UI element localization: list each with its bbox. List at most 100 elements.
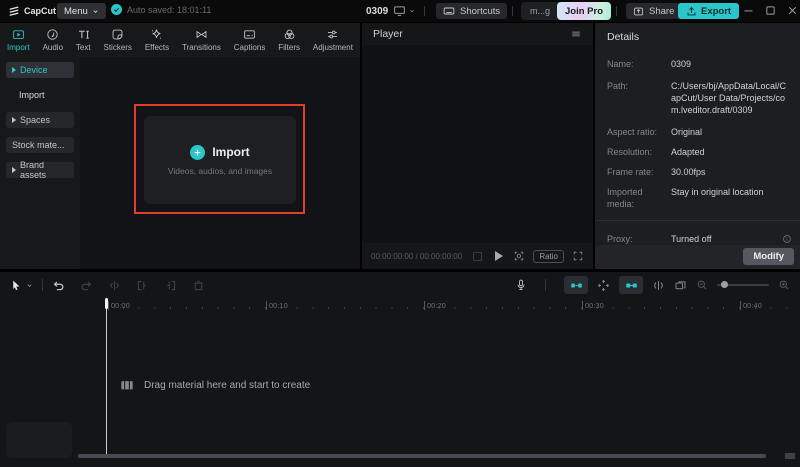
- player-controls: 00:00:00:00 / 00:00:00:00 Ratio: [362, 243, 593, 269]
- account-area[interactable]: m...g Join Pro: [521, 2, 611, 20]
- player-title: Player: [373, 28, 403, 40]
- tab-adjustment[interactable]: Adjustment: [313, 28, 353, 52]
- cursor-tool-icon[interactable]: [10, 279, 23, 292]
- detail-value: Stay in original location: [671, 186, 788, 210]
- tab-text[interactable]: Text: [76, 28, 91, 52]
- effects-tab-icon: [150, 28, 163, 41]
- cover-icon[interactable]: [674, 279, 687, 292]
- detail-label: Proxy:: [607, 233, 671, 245]
- modify-button[interactable]: Modify: [743, 248, 794, 265]
- timeline: 00:00 00:10 00:20 00:30 00:40 Drag mater…: [0, 272, 800, 467]
- playhead[interactable]: [106, 298, 107, 455]
- detail-row-proxy: Proxy: Turned off: [595, 233, 800, 245]
- expand-arrow-icon: [12, 167, 16, 173]
- detail-label: Path:: [607, 80, 671, 116]
- delete-left-icon[interactable]: [136, 279, 149, 292]
- capcut-window: CapCut Menu Auto saved: 18:01:11 0309 Sh…: [0, 0, 800, 467]
- detail-value: Original: [671, 126, 788, 138]
- media-tab-bar: Import Audio Text Stickers Effects Trans…: [0, 23, 360, 57]
- share-label: Share: [649, 6, 674, 17]
- empty-hint-text: Drag material here and start to create: [144, 380, 310, 391]
- text-tab-icon: [77, 28, 90, 41]
- player-right-controls: Ratio: [513, 250, 584, 263]
- details-panel: Details Name: 0309 Path: C:/Users/bj/App…: [595, 23, 800, 269]
- timeline-scrollbar[interactable]: [78, 454, 766, 458]
- sidebar-item-device[interactable]: Device: [6, 62, 74, 78]
- tab-audio[interactable]: Audio: [43, 28, 63, 52]
- sidebar-item-spaces[interactable]: Spaces: [6, 112, 74, 128]
- maximize-button[interactable]: [764, 4, 777, 17]
- split-icon[interactable]: [108, 279, 121, 292]
- player-viewport: [362, 45, 593, 243]
- join-pro-button[interactable]: Join Pro: [557, 2, 611, 20]
- resize-grip[interactable]: [785, 453, 795, 459]
- ruler-ticks: [107, 307, 788, 309]
- export-icon: [686, 6, 697, 17]
- display-mode-selector[interactable]: [393, 4, 415, 17]
- export-button[interactable]: Export: [678, 3, 739, 19]
- shortcuts-label: Shortcuts: [460, 6, 500, 17]
- autosave-check-icon: [111, 4, 122, 15]
- divider: [42, 279, 43, 291]
- auto-ripple-icon[interactable]: [597, 279, 610, 292]
- shortcuts-button[interactable]: Shortcuts: [436, 3, 507, 19]
- zoom-in-icon[interactable]: [778, 279, 790, 291]
- stop-icon[interactable]: [473, 252, 482, 261]
- project-title: 0309: [366, 6, 388, 17]
- sidebar-item-label: Device: [20, 65, 48, 75]
- detail-row-aspect-ratio: Aspect ratio: Original: [595, 126, 800, 138]
- detail-value: C:/Users/bj/AppData/Local/CapCut/User Da…: [671, 80, 788, 116]
- filters-tab-icon: [283, 28, 296, 41]
- player-menu-icon[interactable]: [570, 28, 582, 40]
- linked-preview-toggle[interactable]: [619, 276, 643, 294]
- sidebar-item-label: Spaces: [20, 115, 50, 125]
- share-button[interactable]: Share: [626, 3, 681, 19]
- link-icon: [625, 279, 638, 292]
- timeline-zoom-slider[interactable]: [717, 284, 769, 286]
- tab-label: Audio: [43, 43, 63, 52]
- info-icon[interactable]: [782, 234, 792, 244]
- tab-transitions[interactable]: Transitions: [182, 28, 221, 52]
- zoom-slider-handle[interactable]: [721, 281, 728, 288]
- split-cursor-icon[interactable]: [652, 279, 665, 292]
- sidebar-item-stock-materials[interactable]: Stock mate...: [6, 137, 74, 153]
- ruler-label: 00:20: [424, 301, 446, 310]
- tab-captions[interactable]: Captions: [234, 28, 266, 52]
- divider: [545, 279, 546, 291]
- fit-to-screen-icon[interactable]: [513, 250, 525, 262]
- import-subtitle: Videos, audios, and images: [168, 166, 272, 176]
- menu-button[interactable]: Menu: [57, 3, 106, 19]
- media-sidebar: Device Import Spaces Stock mate... Brand…: [0, 57, 80, 269]
- import-title: Import: [212, 145, 249, 159]
- microphone-icon[interactable]: [515, 279, 527, 291]
- tab-effects[interactable]: Effects: [145, 28, 169, 52]
- undo-icon[interactable]: [52, 279, 65, 292]
- tab-filters[interactable]: Filters: [278, 28, 300, 52]
- ruler-label: 00:30: [582, 301, 604, 310]
- detail-value: Turned off: [671, 233, 788, 245]
- timeline-toolbar-left: [10, 279, 205, 292]
- redo-icon[interactable]: [80, 279, 93, 292]
- minimize-button[interactable]: [742, 4, 755, 17]
- tab-import[interactable]: Import: [7, 28, 30, 52]
- player-panel: Player 00:00:00:00 / 00:00:00:00 Ratio: [362, 23, 593, 269]
- zoom-out-icon[interactable]: [696, 279, 708, 291]
- main-track-magnet-toggle[interactable]: [564, 276, 588, 294]
- tab-label: Transitions: [182, 43, 221, 52]
- play-button[interactable]: [495, 251, 503, 261]
- delete-right-icon[interactable]: [164, 279, 177, 292]
- import-dropzone[interactable]: Import Videos, audios, and images: [144, 116, 296, 204]
- timeline-ruler[interactable]: 00:00 00:10 00:20 00:30 00:40: [0, 298, 800, 313]
- sidebar-item-import[interactable]: Import: [6, 87, 74, 103]
- tab-label: Text: [76, 43, 91, 52]
- tab-stickers[interactable]: Stickers: [103, 28, 131, 52]
- playhead-handle[interactable]: [105, 298, 108, 309]
- delete-icon[interactable]: [192, 279, 205, 292]
- close-button[interactable]: [786, 4, 799, 17]
- chevron-down-icon[interactable]: [26, 282, 33, 289]
- autosave-status: Auto saved: 18:01:11: [111, 4, 211, 15]
- sidebar-item-brand-assets[interactable]: Brand assets: [6, 162, 74, 178]
- fullscreen-icon[interactable]: [572, 250, 584, 262]
- ratio-button[interactable]: Ratio: [533, 250, 564, 263]
- app-name: CapCut: [24, 6, 56, 16]
